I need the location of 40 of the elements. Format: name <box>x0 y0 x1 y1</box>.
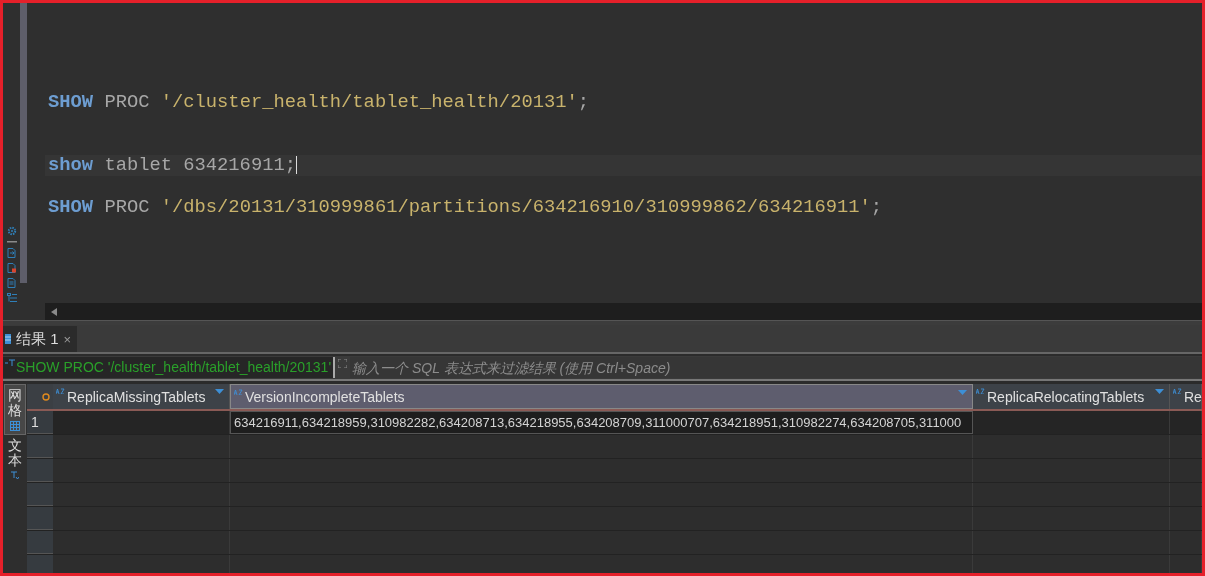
text-type-icon <box>5 359 15 367</box>
dropdown-icon[interactable] <box>1155 389 1164 394</box>
row-header-cell <box>27 483 53 506</box>
row-header-cell <box>27 435 53 458</box>
dropdown-icon[interactable] <box>215 389 224 394</box>
sort-az-icon <box>234 389 244 395</box>
table-cell: 634216911,634218959,310982282,634208713,634218955,634208709,311000707,634218951,310982274,634208705,311000 <box>230 411 973 434</box>
gear-icon[interactable] <box>6 226 17 236</box>
file-export-icon[interactable] <box>7 248 16 258</box>
expand-icon[interactable] <box>338 359 348 368</box>
query-text: SHOW PROC '/cluster_health/tablet_health/20131' <box>16 358 332 377</box>
sort-az-icon <box>56 388 66 394</box>
grid-icon <box>10 420 20 431</box>
close-icon[interactable]: × <box>63 331 72 347</box>
view-tab[interactable]: 网格 <box>4 384 26 435</box>
row-header-cell <box>27 459 53 482</box>
row-header-cell <box>27 555 53 573</box>
text-format-icon <box>11 470 19 481</box>
column-header[interactable]: VersionIncompleteTablets <box>230 384 973 409</box>
file-stop-icon[interactable] <box>6 263 17 273</box>
file-icon[interactable] <box>7 278 16 288</box>
sort-az-icon <box>976 388 986 394</box>
row-header-cell <box>27 507 53 530</box>
sort-az-icon <box>1173 388 1183 394</box>
view-tab[interactable]: 文本 <box>4 434 26 484</box>
circle-icon <box>42 392 50 401</box>
result-tab[interactable]: 结果 1 × <box>3 326 78 352</box>
row-header-cell <box>27 531 53 554</box>
horizontal-scrollbar[interactable] <box>45 303 1202 320</box>
dropdown-icon[interactable] <box>958 390 967 395</box>
table-icon <box>5 334 11 344</box>
column-header[interactable]: ReplicaRelocatingTablets <box>973 384 1170 409</box>
outline-icon[interactable] <box>6 293 17 303</box>
tab-label: 结果 1 <box>16 329 59 349</box>
scroll-left-icon[interactable] <box>51 307 57 316</box>
column-header[interactable]: ReplicaMissingTablets <box>53 384 230 409</box>
column-header[interactable]: Re <box>1170 384 1202 409</box>
row-number: 1 <box>27 411 53 434</box>
code-line: SHOW PROC '/cluster_health/tablet_health/20131'; <box>47 92 591 113</box>
code-line: SHOW PROC '/dbs/20131/310999861/partitions/634216910/310999862/634216911'; <box>47 197 884 218</box>
